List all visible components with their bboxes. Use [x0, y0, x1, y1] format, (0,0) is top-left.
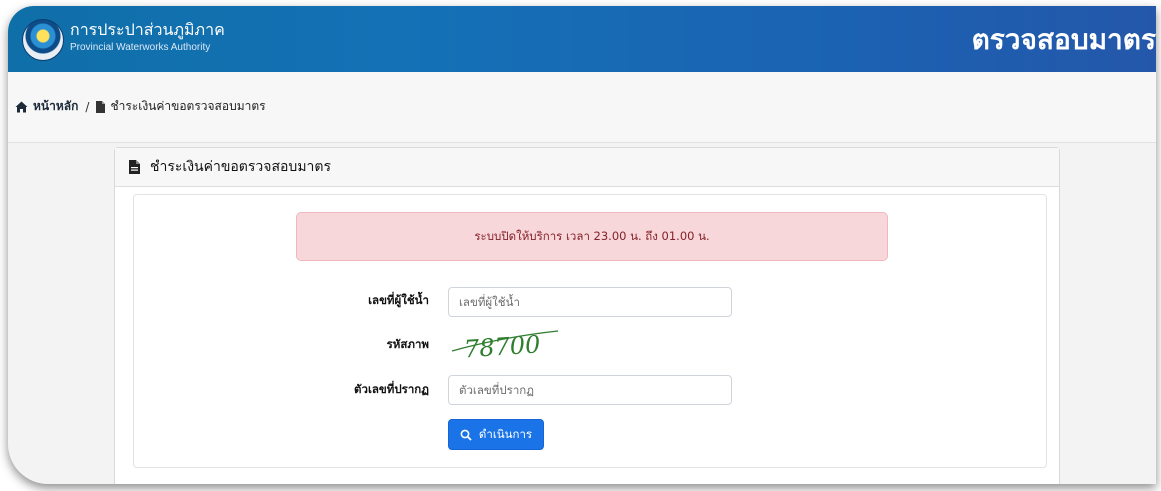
page-heading: ตรวจสอบมาตร	[971, 23, 1156, 56]
file-icon	[129, 160, 140, 174]
search-icon	[460, 429, 472, 441]
page-frame: การประปาส่วนภูมิภาค Provincial Waterwork…	[8, 6, 1156, 484]
submit-button[interactable]: ดำเนินการ	[448, 419, 544, 450]
alert-message: ระบบปิดให้บริการ เวลา 23.00 น. ถึง 01.00…	[474, 228, 710, 243]
captcha-input-label: ตัวเลขที่ปรากฏ	[354, 382, 429, 396]
user-number-label: เลขที่ผู้ใช้น้ำ	[368, 293, 429, 307]
org-name-english: Provincial Waterworks Authority	[70, 42, 211, 53]
top-header: การประปาส่วนภูมิภาค Provincial Waterwork…	[8, 6, 1156, 72]
breadcrumb-separator: /	[85, 99, 90, 114]
home-icon[interactable]	[15, 101, 28, 113]
card-body: ระบบปิดให้บริการ เวลา 23.00 น. ถึง 01.00…	[133, 194, 1047, 468]
pwa-logo	[22, 19, 64, 61]
captcha-input[interactable]	[448, 375, 732, 405]
submit-label: ดำเนินการ	[478, 426, 533, 441]
breadcrumb: หน้าหลัก / ชำระเงินค่าขอตรวจสอบมาตร	[8, 72, 1156, 143]
captcha-label: รหัสภาพ	[386, 337, 429, 351]
card-title: ชำระเงินค่าขอตรวจสอบมาตร	[150, 159, 332, 175]
file-icon	[96, 100, 106, 113]
card-header: ชำระเงินค่าขอตรวจสอบมาตร	[115, 148, 1059, 187]
user-number-input[interactable]	[448, 287, 732, 317]
payment-card: ชำระเงินค่าขอตรวจสอบมาตร ระบบปิดให้บริกา…	[114, 147, 1060, 484]
service-hours-alert: ระบบปิดให้บริการ เวลา 23.00 น. ถึง 01.00…	[296, 212, 888, 261]
breadcrumb-home-link[interactable]: หน้าหลัก	[33, 97, 78, 116]
breadcrumb-current: ชำระเงินค่าขอตรวจสอบมาตร	[110, 99, 266, 113]
captcha-image: 78700	[451, 330, 559, 363]
org-name-thai: การประปาส่วนภูมิภาค	[70, 20, 225, 39]
captcha-text: 78700	[463, 330, 541, 363]
